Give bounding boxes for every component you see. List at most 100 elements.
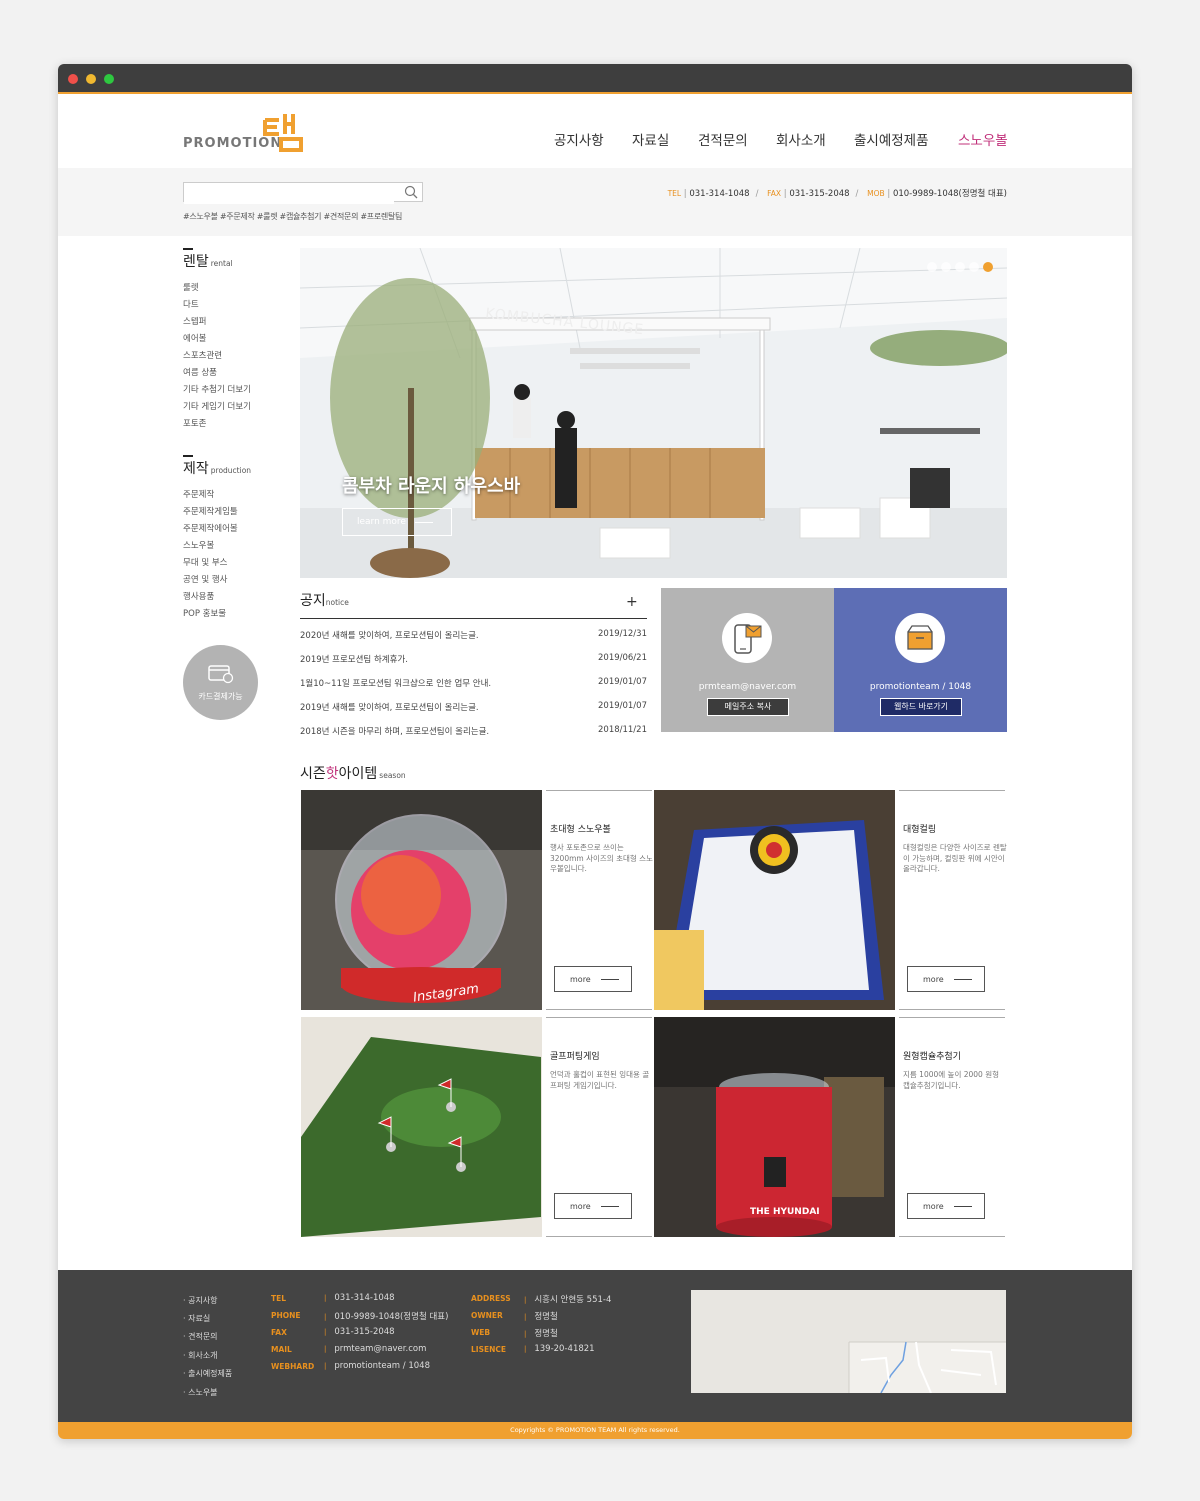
item-title: 원형캡슐추첨기 xyxy=(903,1052,961,1062)
close-window-button[interactable] xyxy=(68,74,78,84)
notice-row-title: 2018년 시즌을 마무리 하며, 프로모션팀이 올리는글. xyxy=(300,727,490,737)
credit-card-icon xyxy=(208,665,234,684)
notice-more-button[interactable]: + xyxy=(626,594,638,610)
item-info-capsule: 원형캡슐추첨기 지름 1000에 높이 2000 원형 캡슐추첨기입니다. mo… xyxy=(899,1017,1005,1237)
footer-nav-upcoming[interactable]: · 출시예정제품 xyxy=(183,1368,232,1379)
notice-row-date: 2018/11/21 xyxy=(598,725,647,735)
footer-nav-snowball[interactable]: · 스노우볼 xyxy=(183,1387,218,1398)
webhard-link-button[interactable]: 웹하드 바로가기 xyxy=(880,698,962,716)
production-title-en: production xyxy=(210,466,252,475)
maximize-window-button[interactable] xyxy=(104,74,114,84)
season-title-hot: 핫 xyxy=(325,766,339,782)
more-button[interactable]: more xyxy=(907,966,985,992)
box-folder-icon xyxy=(907,625,933,650)
tel-label: TEL xyxy=(667,189,682,198)
fax-value: 031-315-2048 xyxy=(789,189,850,199)
tel-value: 031-314-1048 xyxy=(689,189,750,199)
sidebar-item-custom-game[interactable]: 주문제작게임툴 xyxy=(183,505,238,517)
item-title: 대형컬링 xyxy=(903,825,937,835)
sidebar-item-photozone[interactable]: 포토존 xyxy=(183,417,206,429)
mail-box: prmteam@naver.com 메일주소 복사 xyxy=(661,588,834,732)
logo-icon[interactable] xyxy=(263,112,303,152)
sidebar-item-snowball[interactable]: 스노우볼 xyxy=(183,539,214,551)
sidebar-item-roulette[interactable]: 룰렛 xyxy=(183,281,199,293)
more-button[interactable]: more xyxy=(554,966,632,992)
site-header: PROMOTION 공지사항 자료실 견적문의 회사소개 출시예정제품 스노우볼 xyxy=(58,96,1132,168)
slider-dot-4[interactable] xyxy=(969,262,979,272)
location-map[interactable] xyxy=(691,1290,1006,1393)
curling-image xyxy=(654,790,895,1010)
sidebar-item-sports[interactable]: 스포츠관련 xyxy=(183,349,222,361)
minimize-window-button[interactable] xyxy=(86,74,96,84)
hero-slider[interactable]: KOMBUCHA LOUNGE 콤부차 라운지 하우스바 learn more xyxy=(300,248,1007,578)
notice-row-date: 2019/12/31 xyxy=(598,629,647,639)
notice-row[interactable]: 2019년 새해를 맞이하여, 프로모션팀이 올리는글. 2019/01/07 xyxy=(300,701,647,713)
production-title-text: 제작 xyxy=(183,461,209,477)
golf-photo[interactable] xyxy=(301,1017,542,1237)
sidebar-item-summer[interactable]: 여름 상품 xyxy=(183,366,217,378)
item-info-snowball: 초대형 스노우볼 행사 포토존으로 쓰이는 3200mm 사이즈의 초대형 스노… xyxy=(546,790,653,1010)
notice-row-title: 2020년 새해를 맞이하여, 프로모션팀이 올리는글. xyxy=(300,631,479,641)
notice-row[interactable]: 1월10~11일 프로모션팀 워크샵으로 인한 업무 안내. 2019/01/07 xyxy=(300,677,647,689)
sidebar-production-title: 제작 production xyxy=(183,458,251,478)
nav-notice[interactable]: 공지사항 xyxy=(554,129,604,149)
nav-upcoming[interactable]: 출시예정제품 xyxy=(854,129,929,149)
sidebar-item-more-drawers[interactable]: 기타 추첨기 더보기 xyxy=(183,383,251,395)
footer-label: FAX xyxy=(271,1328,287,1337)
sidebar-item-event-goods[interactable]: 행사용품 xyxy=(183,590,214,602)
footer-value: promotionteam / 1048 xyxy=(324,1361,430,1371)
notice-row[interactable]: 2018년 시즌을 마무리 하며, 프로모션팀이 올리는글. 2018/11/21 xyxy=(300,725,647,737)
search-icon[interactable] xyxy=(404,185,418,199)
notice-row-title: 2019년 새해를 맞이하여, 프로모션팀이 올리는글. xyxy=(300,703,479,713)
nav-quote[interactable]: 견적문의 xyxy=(698,129,748,149)
notice-row[interactable]: 2020년 새해를 맞이하여, 프로모션팀이 올리는글. 2019/12/31 xyxy=(300,629,647,641)
search-input[interactable] xyxy=(184,186,394,204)
capsule-photo-text: THE HYUNDAI xyxy=(750,1207,820,1217)
footer-nav-notice[interactable]: · 공지사항 xyxy=(183,1295,218,1306)
capsule-photo[interactable]: THE HYUNDAI xyxy=(654,1017,895,1237)
sidebar-item-custom[interactable]: 주문제작 xyxy=(183,488,214,500)
slider-dot-3[interactable] xyxy=(955,262,965,272)
nav-snowball[interactable]: 스노우볼 xyxy=(958,129,1008,149)
snowball-photo[interactable]: Instagram xyxy=(301,790,542,1010)
item-desc: 언덕과 홀컵이 표현된 잉대용 골프퍼팅 게임기입니다. xyxy=(550,1070,650,1090)
footer-label: ADDRESS xyxy=(471,1294,511,1303)
fax-label: FAX xyxy=(767,189,782,198)
window-titlebar xyxy=(58,64,1132,94)
more-button[interactable]: more xyxy=(554,1193,632,1219)
notice-row-date: 2019/01/07 xyxy=(598,677,647,687)
footer-nav-label: 출시예정제품 xyxy=(188,1369,233,1378)
footer-nav-quote[interactable]: · 견적문의 xyxy=(183,1331,218,1342)
season-title-a: 시즌 xyxy=(300,766,326,782)
sidebar-item-performance[interactable]: 공연 및 행사 xyxy=(183,573,228,585)
footer-nav-about[interactable]: · 회사소개 xyxy=(183,1350,218,1361)
card-payment-label: 카드결제가능 xyxy=(198,692,243,701)
curling-photo[interactable] xyxy=(654,790,895,1010)
footer-label: PHONE xyxy=(271,1311,301,1320)
sidebar-item-stepper[interactable]: 스텝퍼 xyxy=(183,315,206,327)
browser-window: PROMOTION 공지사항 자료실 견적문의 회사소개 출시예정제품 스노우볼… xyxy=(58,64,1132,1439)
sidebar-item-darts[interactable]: 다트 xyxy=(183,298,199,310)
item-desc: 대형컬링은 다양한 사이즈로 렌탈이 가능하며, 컬링판 위에 시안이 올라갑니… xyxy=(903,843,1007,873)
nav-about[interactable]: 회사소개 xyxy=(776,129,826,149)
slider-dot-2[interactable] xyxy=(941,262,951,272)
copy-email-button[interactable]: 메일주소 복사 xyxy=(707,698,789,716)
footer-nav-archive[interactable]: · 자료실 xyxy=(183,1313,210,1324)
footer-nav-label: 자료실 xyxy=(188,1314,211,1323)
more-button[interactable]: more xyxy=(907,1193,985,1219)
sidebar-item-more-games[interactable]: 기타 게임기 더보기 xyxy=(183,400,251,412)
sidebar-rental-title: 렌탈 rental xyxy=(183,251,233,271)
footer-value: 139-20-41821 xyxy=(524,1344,594,1354)
nav-archive[interactable]: 자료실 xyxy=(632,129,669,149)
sidebar-item-stage-booth[interactable]: 무대 및 부스 xyxy=(183,556,228,568)
learn-more-button[interactable]: learn more xyxy=(342,508,452,536)
slider-dot-1[interactable] xyxy=(927,262,937,272)
item-desc: 행사 포토존으로 쓰이는 3200mm 사이즈의 초대형 스노우볼입니다. xyxy=(550,843,653,873)
mob-value: 010-9989-1048(정명철 대표) xyxy=(892,189,1007,199)
notice-row[interactable]: 2019년 프로모션팀 하계휴가. 2019/06/21 xyxy=(300,653,647,665)
sidebar-item-custom-airball[interactable]: 주문제작에어볼 xyxy=(183,522,238,534)
sidebar-item-pop[interactable]: POP 홍보물 xyxy=(183,607,226,619)
sidebar-item-airball[interactable]: 에어볼 xyxy=(183,332,206,344)
hashtag-list[interactable]: #스노우볼 #주문제작 #룰렛 #캡슐추첨기 #견적문의 #프로렌탈팀 xyxy=(183,211,402,222)
slider-dot-5[interactable] xyxy=(983,262,993,272)
